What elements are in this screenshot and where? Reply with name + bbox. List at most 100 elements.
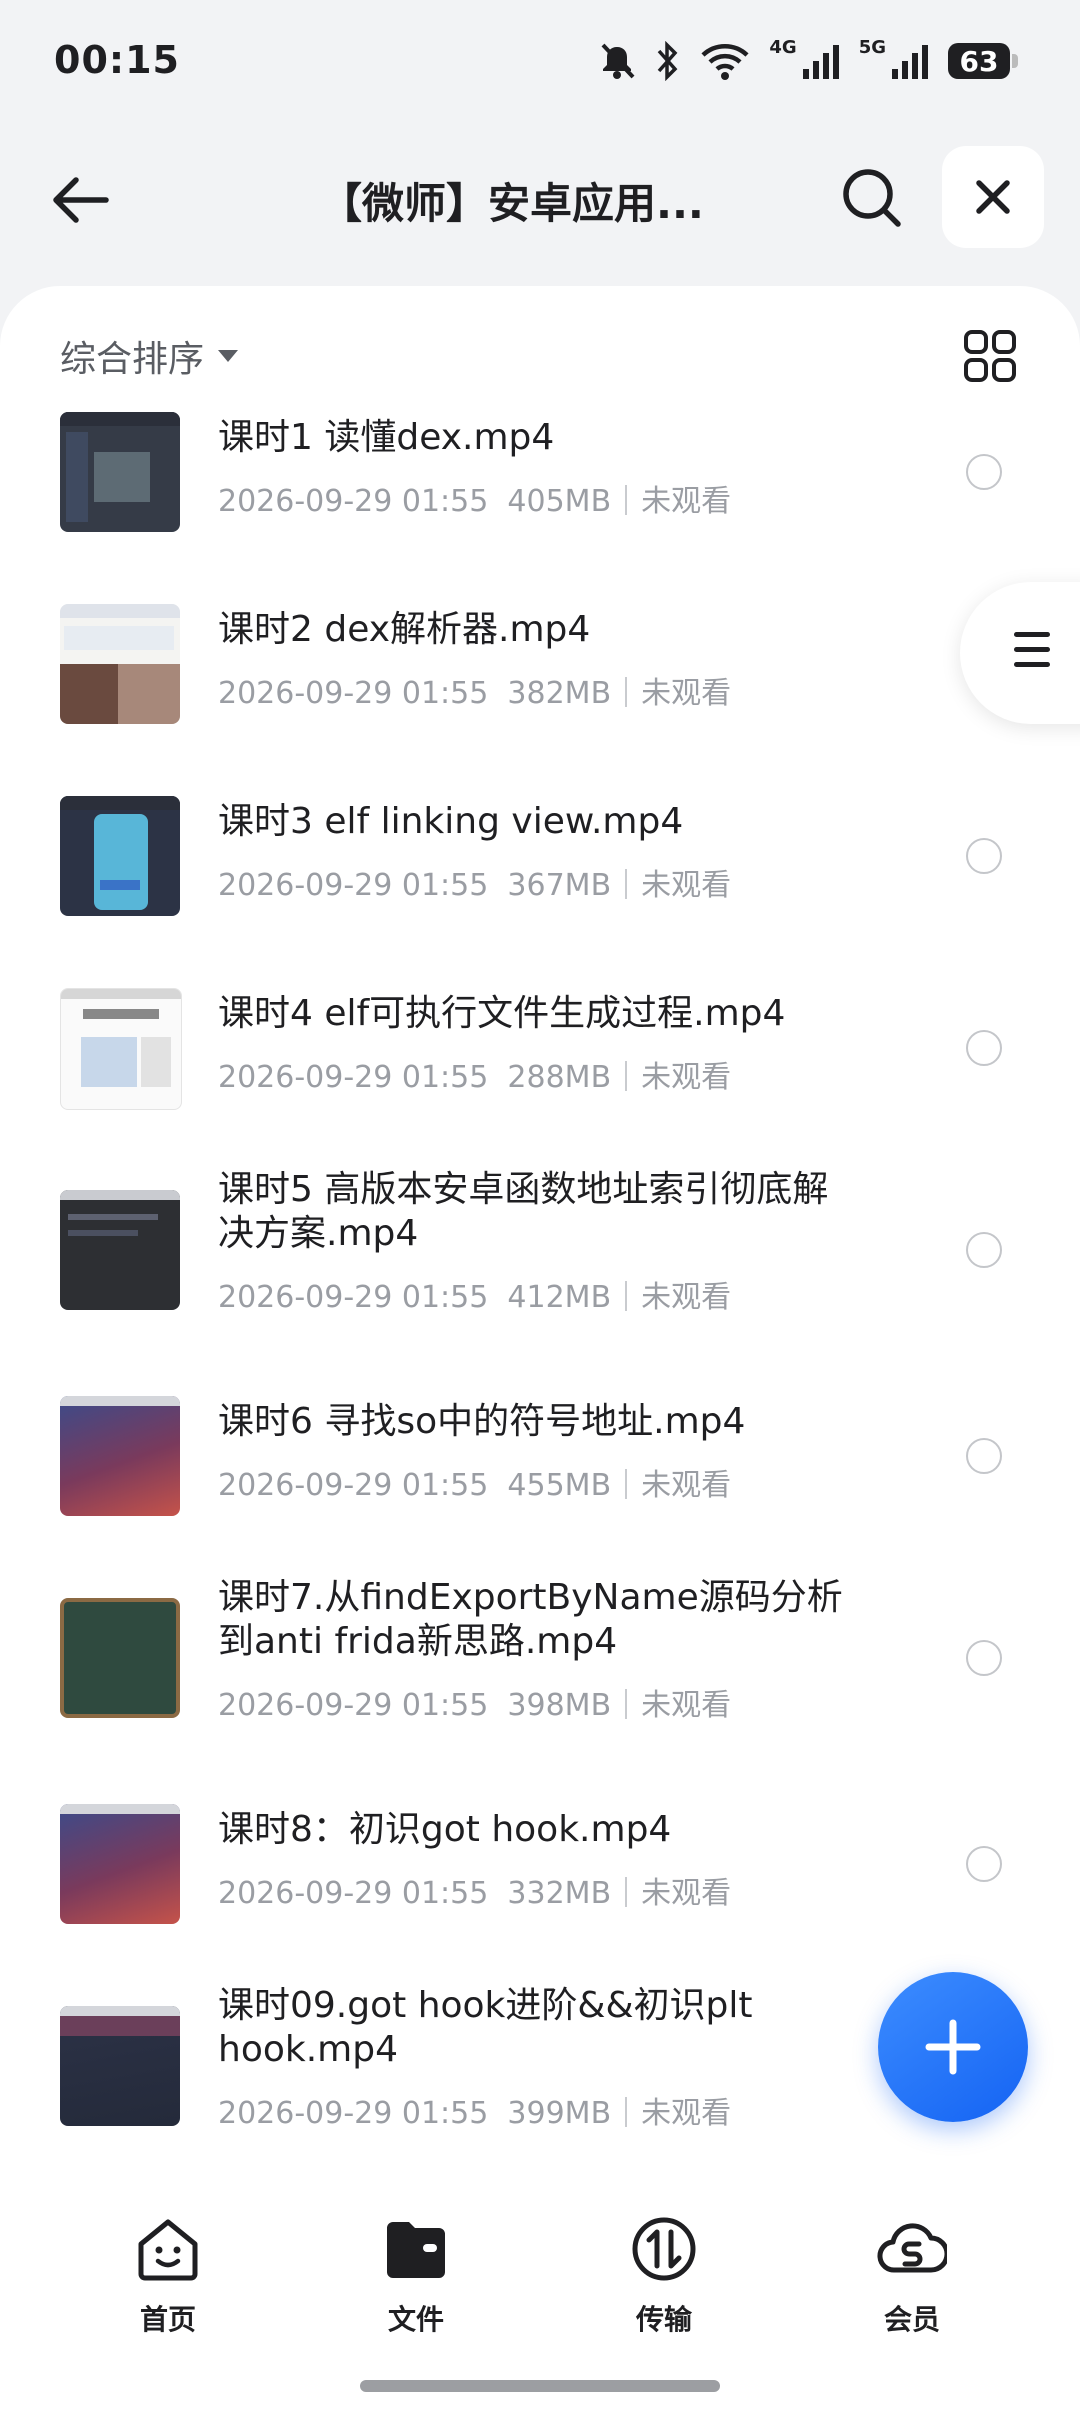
file-meta: 2026-09-29 01:55 332MB 未观看 [218,1868,858,1912]
battery-level: 63 [959,44,999,78]
file-date: 2026-09-29 01:55 [218,1468,489,1503]
search-button[interactable] [832,158,912,238]
add-button[interactable] [878,1972,1028,2122]
file-size: 398MB [507,1688,612,1723]
file-meta: 2026-09-29 01:55 412MB 未观看 [218,1272,858,1316]
list-item[interactable]: 课时8：初识got hook.mp4 2026-09-29 01:55 332M… [0,1804,1080,1984]
file-meta: 2026-09-29 01:55 367MB 未观看 [218,860,858,904]
menu-icon [1014,632,1050,667]
nav-vip[interactable]: 会员 [832,2214,992,2338]
file-date: 2026-09-29 01:55 [218,1688,489,1723]
list-item[interactable]: 课时1 读懂dex.mp4 2026-09-29 01:55 405MB 未观看 [0,412,1080,592]
file-meta: 2026-09-29 01:55 288MB 未观看 [218,1052,858,1096]
file-date: 2026-09-29 01:55 [218,1280,489,1315]
list-item[interactable]: 课时3 elf linking view.mp4 2026-09-29 01:5… [0,796,1080,976]
file-date: 2026-09-29 01:55 [218,676,489,711]
watch-status: 未观看 [641,676,732,711]
file-date: 2026-09-29 01:55 [218,1060,489,1095]
file-name: 课时5 高版本安卓函数地址索引彻底解决方案.mp4 [218,1169,829,1254]
nav-label: 传输 [635,2303,692,2336]
file-meta: 2026-09-29 01:55 399MB 未观看 [218,2088,858,2132]
transfer-icon [632,2217,696,2281]
plus-icon [925,2019,981,2075]
status-icons: 4G 5G 63 [597,36,1018,86]
file-size: 367MB [507,868,612,903]
wifi-icon [701,44,749,80]
watch-status: 未观看 [641,1876,732,1911]
file-meta: 2026-09-29 01:55 405MB 未观看 [218,476,858,520]
select-radio[interactable] [966,838,1002,874]
file-name: 课时09.got hook进阶&&初识plt hook.mp4 [218,1985,753,2070]
header: 【微师】安卓应用... [0,140,1080,255]
file-name: 课时6 寻找so中的符号地址.mp4 [218,1401,746,1442]
watch-status: 未观看 [641,1688,732,1723]
nav-label: 文件 [387,2303,444,2336]
caret-down-icon [218,350,239,362]
nav-label: 首页 [139,2303,196,2336]
file-name: 课时8：初识got hook.mp4 [218,1809,672,1850]
watch-status: 未观看 [641,868,732,903]
home-face-icon [138,2219,198,2281]
network-4g-label: 4G [769,36,797,58]
file-size: 382MB [507,676,612,711]
watch-status: 未观看 [641,2096,732,2131]
battery-icon: 63 [948,43,1018,79]
select-radio[interactable] [966,1438,1002,1474]
list-item[interactable]: 课时2 dex解析器.mp4 2026-09-29 01:55 382MB 未观看 [0,604,1080,784]
watch-status: 未观看 [641,1468,732,1503]
list-item[interactable]: 课时7.从findExportByName源码分析到anti frida新思路.… [0,1577,1080,1788]
select-radio[interactable] [966,1030,1002,1066]
grid-icon [964,330,1016,382]
folder-icon [387,2222,445,2278]
search-icon [843,169,901,227]
file-name: 课时3 elf linking view.mp4 [218,801,684,842]
close-icon [976,180,1010,214]
file-date: 2026-09-29 01:55 [218,868,489,903]
status-time: 00:15 [54,38,180,82]
signal-4g-icon [802,45,839,79]
video-thumbnail [60,1396,180,1516]
nav-label: 会员 [883,2303,940,2336]
file-size: 332MB [507,1876,612,1911]
video-thumbnail [60,1190,180,1310]
file-list-panel: 综合排序 课时1 读懂dex.mp4 2026-09-29 01:55 405M… [0,286,1080,2166]
list-item[interactable]: 课时6 寻找so中的符号地址.mp4 2026-09-29 01:55 455M… [0,1396,1080,1576]
nav-home[interactable]: 首页 [88,2214,248,2338]
sort-dropdown[interactable]: 综合排序 [60,326,239,386]
grid-view-button[interactable] [960,326,1020,386]
back-button[interactable] [40,160,120,240]
page-title: 【微师】安卓应用... [320,179,704,228]
mute-icon [601,43,635,79]
list-item[interactable]: 课时5 高版本安卓函数地址索引彻底解决方案.mp4 2026-09-29 01:… [0,1169,1080,1380]
watch-status: 未观看 [641,1060,732,1095]
file-name: 课时4 elf可执行文件生成过程.mp4 [218,993,786,1034]
video-thumbnail [60,604,180,724]
file-date: 2026-09-29 01:55 [218,1876,489,1911]
close-button[interactable] [942,146,1044,248]
select-radio[interactable] [966,1846,1002,1882]
status-bar: 00:15 4G 5G 63 [0,0,1080,120]
select-radio[interactable] [966,1232,1002,1268]
file-date: 2026-09-29 01:55 [218,484,489,519]
file-meta: 2026-09-29 01:55 398MB 未观看 [218,1680,858,1724]
nav-transfer[interactable]: 传输 [584,2214,744,2338]
file-meta: 2026-09-29 01:55 455MB 未观看 [218,1460,858,1504]
file-name: 课时1 读懂dex.mp4 [218,417,555,458]
watch-status: 未观看 [641,484,732,519]
video-thumbnail [60,1804,180,1924]
file-size: 455MB [507,1468,612,1503]
select-radio[interactable] [966,454,1002,490]
home-indicator[interactable] [360,2380,720,2392]
select-radio[interactable] [966,1640,1002,1676]
sort-label: 综合排序 [60,339,205,380]
list-item[interactable]: 课时4 elf可执行文件生成过程.mp4 2026-09-29 01:55 28… [0,988,1080,1168]
watch-status: 未观看 [641,1280,732,1315]
video-thumbnail [60,796,180,916]
file-size: 288MB [507,1060,612,1095]
file-size: 412MB [507,1280,612,1315]
nav-files[interactable]: 文件 [336,2214,496,2338]
file-size: 405MB [507,484,612,519]
arrow-left-icon [53,177,109,223]
video-thumbnail [60,988,182,1110]
video-thumbnail [60,1598,180,1718]
